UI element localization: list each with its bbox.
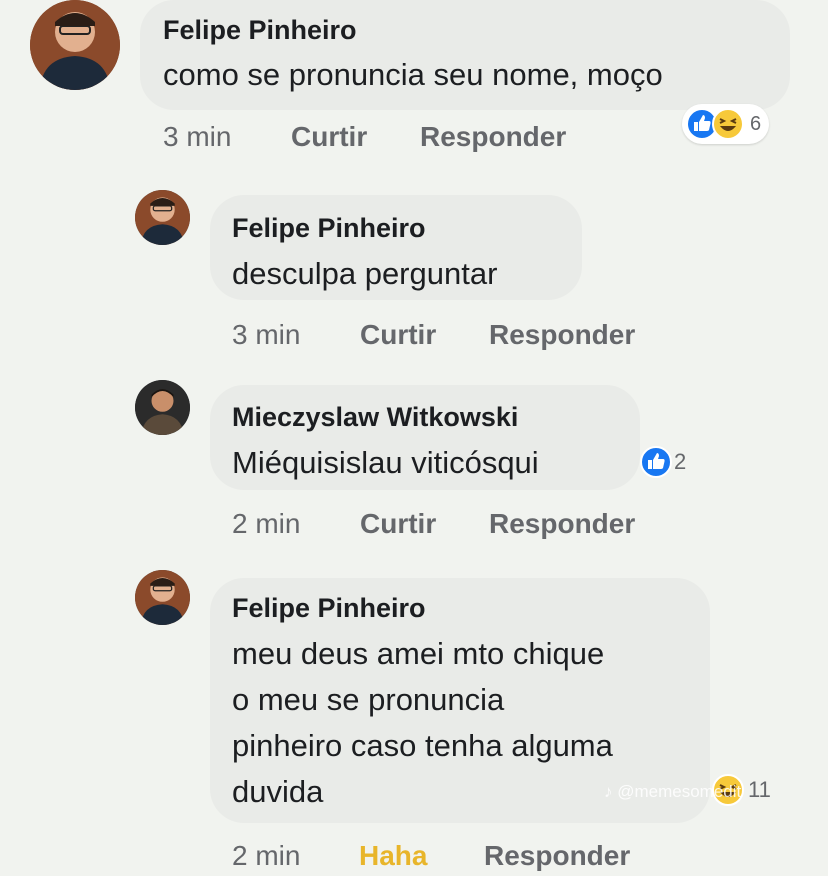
comment-text-line: pinheiro caso tenha alguma xyxy=(232,728,613,763)
reaction-count: 2 xyxy=(674,449,687,474)
user-avatar-icon xyxy=(30,0,120,90)
like-button[interactable]: Curtir xyxy=(360,508,436,540)
haha-icon xyxy=(712,108,744,140)
avatar[interactable] xyxy=(135,380,190,435)
like-button[interactable]: Curtir xyxy=(360,319,436,351)
like-icon xyxy=(640,446,672,478)
comment-author[interactable]: Felipe Pinheiro xyxy=(232,213,426,244)
comment-author[interactable]: Mieczyslaw Witkowski xyxy=(232,402,518,433)
comment-time[interactable]: 3 min xyxy=(163,121,231,153)
haha-reaction-button[interactable]: Haha xyxy=(359,840,427,872)
comment-author[interactable]: Felipe Pinheiro xyxy=(232,593,426,624)
reply-button[interactable]: Responder xyxy=(484,840,630,872)
reactions-summary[interactable]: 6 xyxy=(682,104,770,144)
comment-text: Miéquisislau viticósqui xyxy=(232,445,539,480)
comment-text-line: duvida xyxy=(232,774,324,809)
comment-text-line: o meu se pronuncia xyxy=(232,682,505,717)
comment-text: como se pronuncia seu nome, moço xyxy=(163,57,663,92)
comment-time[interactable]: 3 min xyxy=(232,319,300,351)
avatar[interactable] xyxy=(135,190,190,245)
reply-button[interactable]: Responder xyxy=(489,508,635,540)
comment-text-line: meu deus amei mto chique xyxy=(232,636,605,671)
comment-text: desculpa perguntar xyxy=(232,256,498,291)
reactions-summary[interactable]: 2 xyxy=(640,442,686,482)
user-avatar-icon xyxy=(135,190,190,245)
user-avatar-icon xyxy=(135,570,190,625)
watermark: ♪ @memesomedit xyxy=(604,782,742,801)
reply-button[interactable]: Responder xyxy=(420,121,566,153)
like-button[interactable]: Curtir xyxy=(291,121,367,153)
comment-time[interactable]: 2 min xyxy=(232,508,300,540)
reaction-count: 11 xyxy=(748,777,771,802)
reaction-count: 6 xyxy=(750,112,762,135)
comment-author[interactable]: Felipe Pinheiro xyxy=(163,15,357,46)
user-avatar-icon xyxy=(135,380,190,435)
avatar[interactable] xyxy=(30,0,120,90)
avatar[interactable] xyxy=(135,570,190,625)
reply-button[interactable]: Responder xyxy=(489,319,635,351)
comment-time[interactable]: 2 min xyxy=(232,840,300,872)
